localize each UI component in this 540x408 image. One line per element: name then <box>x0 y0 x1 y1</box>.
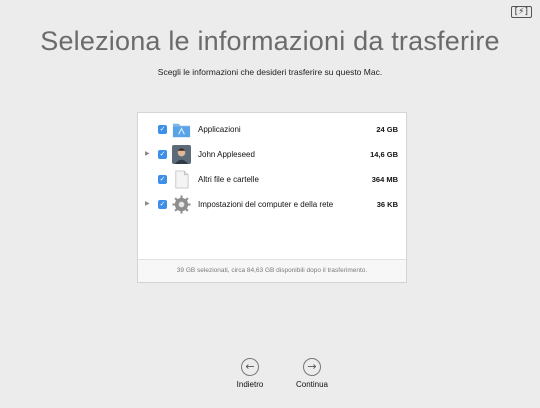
item-label: Impostazioni del computer e della rete <box>198 199 334 209</box>
list-item[interactable]: ▶ ✓ Impostazioni del computer e della re… <box>138 192 408 216</box>
document-icon <box>175 170 189 188</box>
item-size: 36 KB <box>376 199 398 209</box>
list-item[interactable]: ✓ Altri file e cartelle 364 MB <box>138 167 408 191</box>
item-label: Altri file e cartelle <box>198 174 259 184</box>
item-label: John Appleseed <box>198 149 255 159</box>
disclosure-triangle-icon[interactable]: ▶ <box>145 192 152 216</box>
transfer-items-list: ✓ Applicazioni 24 GB ▶ ✓ John Appleseed … <box>137 112 407 283</box>
list-item[interactable]: ▶ ✓ John Appleseed 14,6 GB <box>138 142 408 166</box>
item-size: 364 MB <box>371 174 398 184</box>
page-subtitle: Scegli le informazioni che desideri tras… <box>157 67 383 77</box>
gear-icon <box>172 194 191 214</box>
checkbox[interactable]: ✓ <box>158 124 167 134</box>
continue-button[interactable]: → Continua <box>282 358 342 389</box>
applications-folder-icon <box>172 123 191 137</box>
continue-button-label: Continua <box>295 380 329 389</box>
user-avatar-icon <box>172 144 191 164</box>
disclosure-triangle-icon[interactable]: ▶ <box>145 142 152 166</box>
item-label: Applicazioni <box>198 124 241 134</box>
list-item[interactable]: ✓ Applicazioni 24 GB <box>138 117 408 141</box>
page-title: Seleziona le informazioni da trasferire <box>40 26 500 56</box>
checkbox[interactable]: ✓ <box>158 174 167 184</box>
item-size: 24 GB <box>376 124 398 134</box>
back-button[interactable]: ← Indietro <box>220 358 280 389</box>
back-button-label: Indietro <box>236 380 264 389</box>
checkbox[interactable]: ✓ <box>158 149 167 159</box>
arrow-left-icon: ← <box>241 358 259 376</box>
battery-status-icon: [⚡] <box>510 6 532 18</box>
arrow-right-icon: → <box>303 358 321 376</box>
item-size: 14,6 GB <box>370 149 398 159</box>
selection-summary: 39 GB selezionati, circa 84,63 GB dispon… <box>138 259 406 282</box>
checkbox[interactable]: ✓ <box>158 199 167 209</box>
